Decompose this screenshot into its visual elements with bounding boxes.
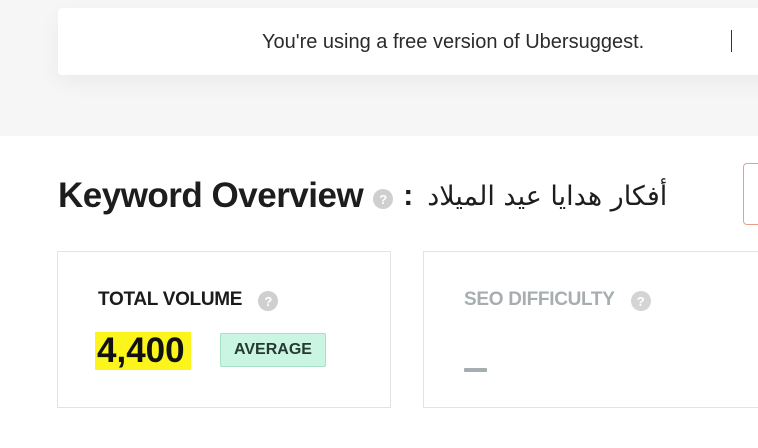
total-volume-label-row: TOTAL VOLUME ? — [98, 288, 279, 311]
page-title: Keyword Overview — [58, 176, 364, 215]
seo-difficulty-label: SEO DIFFICULTY — [464, 288, 615, 310]
title-separator: : — [403, 179, 414, 212]
keyword-overview-header: Keyword Overview ? : أفكار هدايا عيد الم… — [58, 174, 667, 218]
question-icon[interactable]: ? — [373, 189, 394, 209]
free-version-banner: You're using a free version of Ubersugge… — [58, 8, 758, 75]
banner-text: You're using a free version of Ubersugge… — [262, 31, 645, 53]
seo-difficulty-card: SEO DIFFICULTY ? — [423, 251, 758, 408]
seo-difficulty-value — [464, 368, 487, 372]
banner-divider — [731, 30, 732, 52]
page: You're using a free version of Ubersugge… — [0, 0, 758, 448]
seo-difficulty-label-row: SEO DIFFICULTY ? — [464, 288, 651, 311]
total-volume-card: TOTAL VOLUME ? 4,400 AVERAGE — [57, 251, 391, 408]
volume-level-badge: AVERAGE — [220, 333, 326, 367]
question-icon[interactable]: ? — [258, 291, 279, 311]
total-volume-value: 4,400 — [95, 332, 191, 370]
total-volume-label: TOTAL VOLUME — [98, 288, 243, 310]
keyword-text: أفكار هدايا عيد الميلاد — [427, 180, 668, 212]
search-box-edge[interactable] — [743, 163, 758, 225]
question-icon[interactable]: ? — [630, 291, 651, 311]
